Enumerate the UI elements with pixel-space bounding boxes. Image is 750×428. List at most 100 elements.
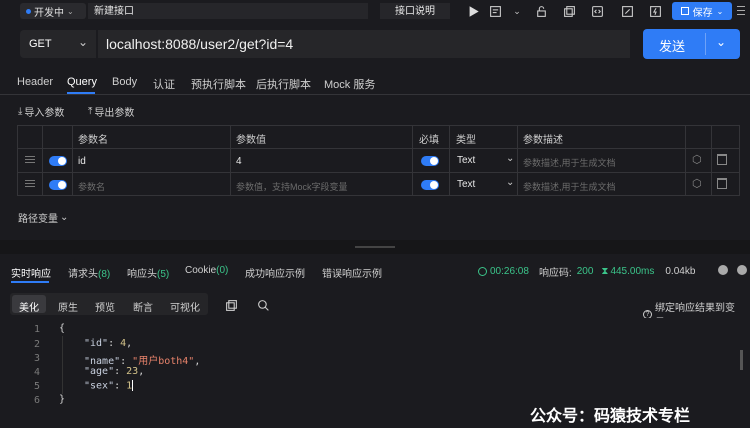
tab-cookie[interactable]: Cookie(0) [185,265,228,276]
tabs-divider [0,94,750,95]
flash-icon[interactable] [646,2,664,20]
api-doc-button[interactable]: 接口说明 [380,3,450,19]
param-desc-placeholder[interactable]: 参数描述,用于生成文档 [523,180,616,193]
cube-icon[interactable]: ⬡ [692,153,702,166]
tab-query[interactable]: Query [67,76,97,88]
tab-auth[interactable]: 认证 [153,76,175,92]
tab-error-example[interactable]: 错误响应示例 [322,265,382,280]
row-enabled-toggle[interactable] [49,180,67,190]
view-tab-raw[interactable]: 原生 [58,299,78,314]
edit-icon[interactable] [618,2,636,20]
chevron-down-icon[interactable]: ⌄ [508,2,526,20]
tab-success-example[interactable]: 成功响应示例 [245,265,305,280]
view-tab-visualize[interactable]: 可视化 [170,299,200,314]
json-line-name: "name": "用户both4", [84,356,201,367]
drag-handle-icon[interactable] [25,156,35,163]
row-enabled-toggle[interactable] [49,156,67,166]
line-number: 2 [33,339,40,350]
response-size: 0.04kb [665,266,696,277]
view-tab-pretty[interactable]: 美化 [19,299,39,314]
tab-mock[interactable]: Mock 服务 [324,76,375,92]
document-icon[interactable] [486,2,504,20]
scrollbar-thumb[interactable] [740,350,743,370]
table-col-divider [449,125,450,196]
tab-count: (5) [157,269,170,280]
cube-icon[interactable]: ⬡ [692,177,702,190]
search-icon[interactable] [254,296,272,314]
response-meta: 00:26:08 响应码: 200 ⧗ 445.00ms 0.04kb [478,264,695,279]
import-params-button[interactable]: ⤓ 导入参数 [18,104,64,119]
download-icon[interactable] [718,265,728,275]
required-toggle[interactable] [421,180,439,190]
upload-icon: ⤒ [88,106,93,117]
table-col-divider [72,125,73,196]
method-label: GET [29,38,52,50]
download-icon: ⤓ [18,106,23,117]
status-dropdown[interactable]: 开发中 ⌄ [20,3,86,19]
tab-header[interactable]: Header [17,76,53,88]
chevron-down-icon: ⌄ [60,212,69,223]
table-col-divider [42,125,43,196]
view-tab-assert[interactable]: 断言 [133,299,153,314]
lock-icon[interactable] [532,2,550,20]
table-col-divider [230,125,231,196]
chevron-down-icon: ⌄ [77,35,88,49]
tab-label: 响应头 [127,269,157,280]
required-toggle[interactable] [421,156,439,166]
drag-handle-icon[interactable] [25,180,35,187]
tab-response-headers[interactable]: 响应头(5) [127,265,169,280]
panel-splitter[interactable] [0,240,750,254]
tab-title[interactable]: 新建接口 [88,3,368,19]
trash-icon[interactable] [717,178,727,189]
fold-guide [62,336,63,394]
code-icon[interactable] [588,2,606,20]
tab-count: (0) [216,265,229,276]
th-param-value: 参数值 [236,135,266,146]
view-tab-preview[interactable]: 预览 [95,299,115,314]
tab-realtime-underline [11,281,49,283]
export-params-button[interactable]: ⤒ 导出参数 [88,104,134,119]
play-icon[interactable] [464,2,482,20]
type-select[interactable]: Text [457,179,475,190]
response-code: 200 [576,266,594,277]
status-dot [26,8,31,14]
tab-realtime-response[interactable]: 实时响应 [11,265,51,280]
watermark: 公众号：码猿技术专栏 [530,408,691,425]
tab-label: Cookie [185,265,217,276]
tab-post-script[interactable]: 后执行脚本 [256,76,311,92]
status-label: 开发中 [34,7,64,19]
th-description: 参数描述 [523,135,563,146]
info-icon[interactable] [737,265,747,275]
send-label: 发送 [659,39,686,54]
param-name-cell[interactable]: id [78,156,86,167]
tab-request-headers[interactable]: 请求头(8) [68,265,110,280]
tab-pre-script[interactable]: 预执行脚本 [191,76,246,92]
hourglass-icon: ⧗ [601,266,609,277]
path-vars-toggle[interactable]: 路径变量 ⌄ [18,210,68,225]
send-button[interactable]: 发送 ⌄ [643,29,740,59]
line-number: 1 [33,324,40,335]
response-duration: 445.00ms [610,266,655,277]
copy-icon[interactable] [560,2,578,20]
method-select[interactable]: GET ⌄ [20,30,96,58]
param-desc-cell[interactable]: 参数描述,用于生成文档 [523,156,616,169]
url-input[interactable]: localhost:8088/user2/get?id=4 [98,30,630,58]
copy-icon[interactable] [222,296,240,314]
trash-icon[interactable] [717,154,727,165]
json-line-age: "age": 23, [84,366,145,377]
type-select[interactable]: Text [457,155,475,166]
menu-icon[interactable] [737,6,745,16]
save-label: 保存 [692,7,713,19]
th-type: 类型 [456,135,476,146]
save-button[interactable]: 保存 ⌄ [672,2,732,20]
line-number: 6 [33,395,40,406]
tab-body[interactable]: Body [112,76,137,88]
param-value-placeholder[interactable]: 参数值，支持Mock字段变量 [236,180,348,193]
chevron-down-icon: ⌄ [506,177,515,188]
send-divider [705,33,706,55]
clock-icon [478,267,487,276]
th-param-name: 参数名 [78,135,108,146]
chevron-down-icon[interactable]: ⌄ [716,35,726,49]
param-name-placeholder[interactable]: 参数名 [78,180,105,193]
param-value-cell[interactable]: 4 [236,156,242,167]
